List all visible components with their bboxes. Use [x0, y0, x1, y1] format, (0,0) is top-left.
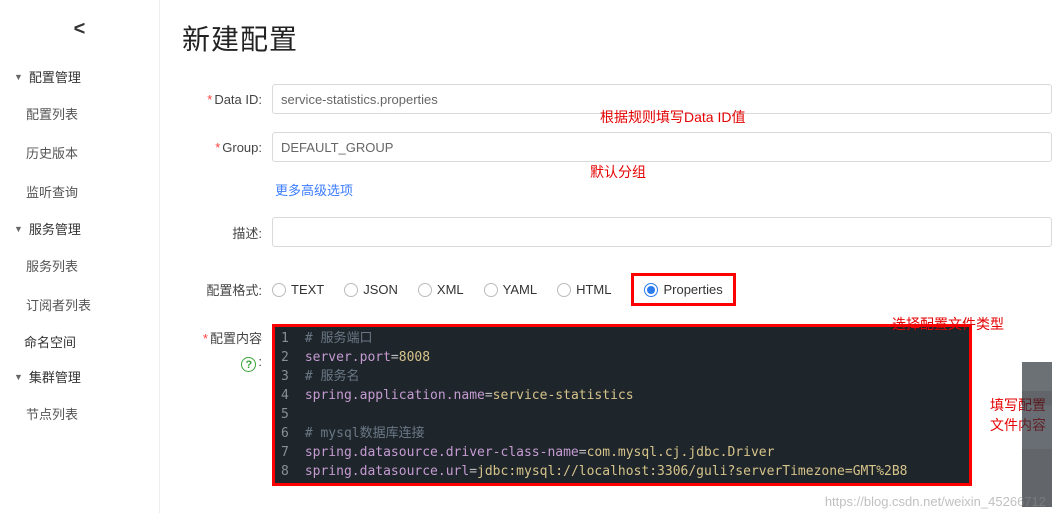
radio-text[interactable]: TEXT [272, 282, 324, 297]
nav-item[interactable]: 节点列表 [0, 394, 159, 433]
page-title: 新建配置 [182, 18, 1052, 58]
link-more-options[interactable]: 更多高级选项 [275, 180, 353, 199]
input-group[interactable] [272, 132, 1052, 162]
nav-group[interactable]: ▼集群管理 [0, 359, 159, 394]
nav-item[interactable]: 订阅者列表 [0, 285, 159, 324]
radio-circle-icon [272, 283, 286, 297]
nav-item[interactable]: 历史版本 [0, 133, 159, 172]
nav-group[interactable]: ▼配置管理 [0, 59, 159, 94]
caret-down-icon: ▼ [14, 72, 23, 82]
radio-yaml[interactable]: YAML [484, 282, 537, 297]
label-format: 配置格式: [182, 280, 262, 299]
radio-json[interactable]: JSON [344, 282, 398, 297]
label-desc: 描述: [182, 223, 262, 242]
radio-xml[interactable]: XML [418, 282, 464, 297]
main-content: 新建配置 *Data ID: *Group: 更多高级选项 描述: 配置格式: … [160, 0, 1052, 513]
caret-down-icon: ▼ [14, 224, 23, 234]
editor-highlight-box: 12345678 # 服务端口server.port=8008# 服务名spri… [272, 324, 972, 486]
label-group: *Group: [182, 140, 262, 155]
label-content: *配置内容 [182, 328, 262, 347]
radio-html[interactable]: HTML [557, 282, 611, 297]
input-desc[interactable] [272, 217, 1052, 247]
radio-circle-icon [484, 283, 498, 297]
nav-item[interactable]: 监听查询 [0, 172, 159, 211]
nav-group[interactable]: ▼服务管理 [0, 211, 159, 246]
label-data-id: *Data ID: [182, 92, 262, 107]
radio-circle-icon [557, 283, 571, 297]
input-data-id[interactable] [272, 84, 1052, 114]
nav-item[interactable]: 服务列表 [0, 246, 159, 285]
radio-circle-icon [644, 283, 658, 297]
caret-down-icon: ▼ [14, 372, 23, 382]
back-icon[interactable]: < [0, 10, 159, 59]
nav-item[interactable]: 配置列表 [0, 94, 159, 133]
radio-properties[interactable]: Properties [631, 273, 735, 306]
help-icon[interactable]: ? [241, 357, 256, 372]
format-radio-group: TEXT JSON XML YAML HTML Properties [272, 273, 736, 306]
annotation-group: 默认分组 [590, 162, 646, 182]
sidebar: < ▼配置管理配置列表历史版本监听查询▼服务管理服务列表订阅者列表命名空间▼集群… [0, 0, 160, 513]
nav-item[interactable]: 命名空间 [0, 324, 159, 359]
code-editor[interactable]: 12345678 # 服务端口server.port=8008# 服务名spri… [275, 327, 969, 483]
radio-circle-icon [418, 283, 432, 297]
radio-circle-icon [344, 283, 358, 297]
editor-minimap[interactable] [1022, 362, 1052, 507]
